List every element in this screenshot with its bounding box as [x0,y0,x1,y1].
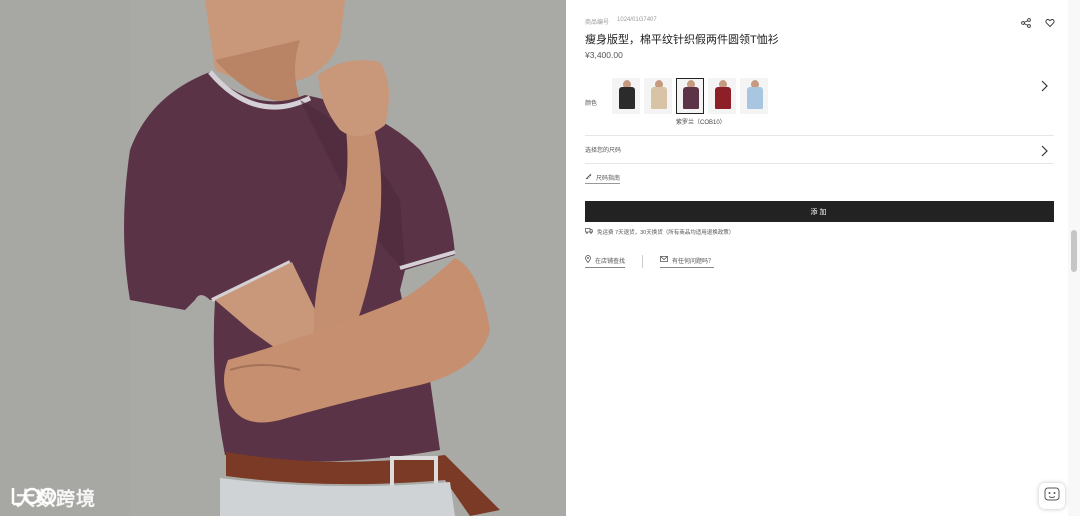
product-details-panel: 商品编号 1024/01G7407 瘦身版型，棉平纹针织假两件圆领T恤衫 ¥3,… [585,0,1055,516]
shipping-note-text: 免运费 7天退货，30天换货（所有商品均适用退换政策） [597,230,735,236]
reference-code: 1024/01G7407 [617,17,657,23]
watermark: 大数跨境 [10,484,96,511]
ruler-icon [585,173,592,182]
top-actions [1021,15,1055,28]
reference-line: 商品编号 1024/01G7407 [585,17,657,26]
size-selector[interactable]: 选择您的尺码 [585,145,621,154]
contact-link[interactable]: 有任何问题吗？ [660,256,715,268]
swatch-shirt [683,87,699,109]
contact-label: 有任何问题吗？ [672,258,715,265]
scrollbar-thumb[interactable] [1071,230,1077,272]
assistant-mascot-icon [1043,485,1061,508]
swatch-shirt [747,87,763,109]
divider [585,135,1054,136]
mail-icon [660,256,668,264]
shipping-note: 免运费 7天退货，30天换货（所有商品均适用退换政策） [585,228,734,236]
find-in-store-link[interactable]: 在店铺查找 [585,255,626,268]
swatch-shirt [715,87,731,109]
reference-label: 商品编号 [585,20,610,26]
color-label: 颜色 [585,101,598,107]
product-title: 瘦身版型，棉平纹针织假两件圆领T恤衫 [585,34,779,46]
color-swatch-black[interactable] [612,78,640,114]
truck-icon [585,228,593,236]
wishlist-heart-icon[interactable] [1045,15,1055,28]
link-separator [642,255,644,268]
colors-next-chevron-icon[interactable] [1040,79,1048,92]
color-swatches [612,78,768,114]
share-icon[interactable] [1021,15,1031,28]
color-swatch-red[interactable] [708,78,736,114]
model-illustration [0,0,566,516]
add-to-bag-button[interactable]: 添加 [585,201,1054,222]
help-links: 在店铺查找 有任何问题吗？ [585,255,715,268]
find-in-store-label: 在店铺查找 [595,258,626,265]
selected-color-caption: 紫罗兰（COB10） [676,120,726,126]
page-scrollbar[interactable] [1068,0,1080,516]
divider [585,163,1054,164]
location-pin-icon [585,255,591,265]
product-photo: 大数跨境 [0,0,566,516]
size-guide-link[interactable]: 尺码指南 [585,173,621,184]
product-price: ¥3,400.00 [585,50,623,60]
color-swatch-beige[interactable] [644,78,672,114]
size-guide-label: 尺码指南 [596,176,621,182]
swatch-shirt [651,87,667,109]
floating-assistant-button[interactable] [1039,483,1065,509]
size-chevron-icon[interactable] [1040,144,1048,157]
swatch-shirt [619,87,635,109]
color-swatch-light-blue[interactable] [740,78,768,114]
color-swatch-plum[interactable] [676,78,704,114]
